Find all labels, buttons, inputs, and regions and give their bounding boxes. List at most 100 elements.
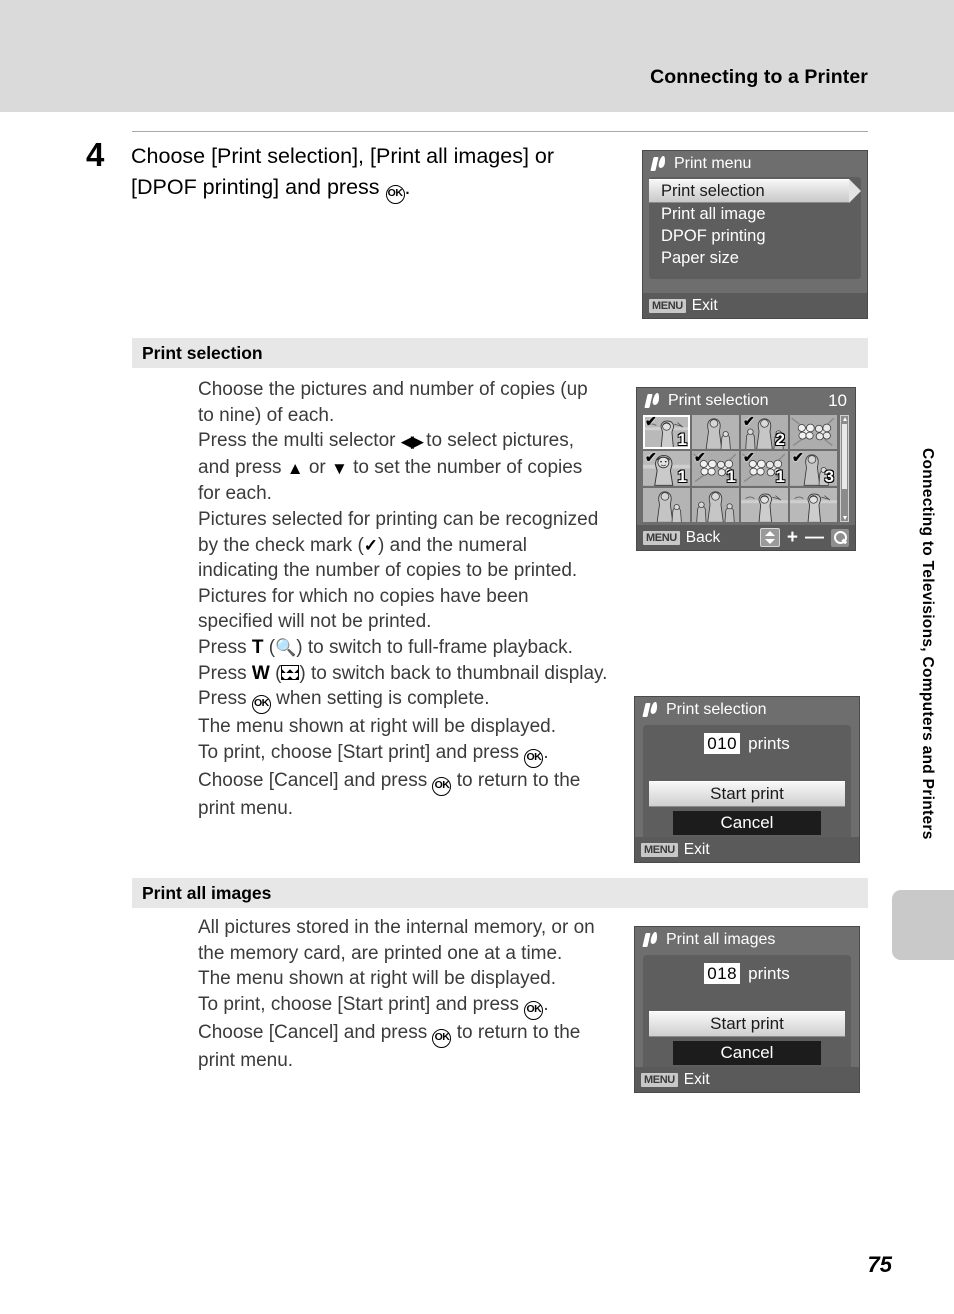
footer-action-label: Exit	[683, 1070, 710, 1088]
ps-line-8: indicating the number of copies to be pr…	[198, 560, 578, 582]
section-header-print-selection: Print selection	[132, 338, 868, 368]
ps-line-15-c: .	[543, 741, 549, 763]
screen-footer: MENU Back + —	[637, 525, 855, 550]
down-arrow-icon: ▼	[331, 458, 348, 478]
screen-footer: MENU Exit	[635, 837, 859, 862]
menu-button-icon: MENU	[649, 298, 686, 313]
menu-button-icon: MENU	[641, 1072, 678, 1087]
thumbnail-cell[interactable]	[790, 487, 837, 522]
ps-line-13-c: when setting is complete.	[270, 688, 490, 710]
thumbnail-cell[interactable]: ✔ 1	[741, 451, 788, 486]
start-print-button[interactable]: Start print	[649, 1011, 845, 1037]
pa-line-6: print menu.	[198, 1049, 294, 1071]
menu-item-paper-size[interactable]: Paper size	[649, 247, 861, 269]
thumbnail-cell[interactable]: ✔ 1	[692, 451, 739, 486]
camera-screen-print-selection-confirm: Print selection 010 prints Start print C…	[634, 696, 860, 863]
thumbnail-cell[interactable]	[790, 415, 837, 450]
pa-line-2: the memory card, are printed one at a ti…	[198, 942, 563, 964]
ps-line-12-d: ) to switch back to thumbnail display.	[299, 662, 608, 684]
ps-line-1: Choose the pictures and number of copies…	[198, 379, 588, 400]
ps-line-11-c: (	[263, 636, 276, 658]
check-mark-icon: ✔	[645, 415, 657, 429]
ps-line-4: and press ▲ or ▼ to set the number of co…	[198, 455, 626, 482]
chapter-tab-marker	[892, 890, 954, 960]
confirm-panel: 010 prints Start print Cancel	[643, 725, 851, 843]
thumbnail-cell[interactable]: ✔ 1	[643, 451, 690, 486]
camera-screen-print-selection-grid: Print selection 10 ✔ 1 ✔ 2 ✔ 1 ✔ 1 ✔ 1 ✔ 3 MENU Bac…	[636, 387, 856, 551]
ps-line-13-a: Press	[198, 688, 252, 710]
selected-count: 10	[828, 391, 847, 410]
thumbnail-cell[interactable]: ✔ 2	[741, 415, 788, 450]
printer-icon	[651, 156, 666, 172]
check-mark-icon: ✔	[694, 451, 706, 466]
body-text-print-all-images: All pictures stored in the internal memo…	[198, 915, 626, 1073]
thumbnail-cell[interactable]	[692, 415, 739, 450]
menu-item-print-selection[interactable]: Print selection	[649, 179, 861, 203]
ok-button-icon: OK	[385, 185, 405, 204]
thumbnail-cell[interactable]: ✔ 1	[643, 415, 690, 450]
screen-title-text: Print selection	[668, 392, 769, 409]
start-print-button[interactable]: Start print	[649, 781, 845, 807]
magnifier-icon: 🔍	[275, 637, 297, 657]
ps-line-2: to nine) of each.	[198, 404, 335, 426]
thumbnail-grid[interactable]: ✔ 1 ✔ 2 ✔ 1 ✔ 1 ✔ 1 ✔ 3	[643, 415, 837, 522]
thumbnail-cell[interactable]	[643, 487, 690, 522]
copy-count: 2	[775, 430, 785, 450]
copy-count: 1	[677, 466, 687, 486]
step-line-2-text: [DPOF printing] and press	[131, 175, 386, 199]
thumbnail-cell[interactable]	[741, 487, 788, 522]
printer-icon	[645, 393, 660, 409]
header-rule	[132, 131, 868, 132]
menu-item-print-all-image[interactable]: Print all image	[649, 203, 861, 225]
thumbnail-grid-wrapper: ✔ 1 ✔ 2 ✔ 1 ✔ 1 ✔ 1 ✔ 3	[643, 415, 849, 522]
print-menu-list: Print selection Print all image DPOF pri…	[649, 177, 861, 279]
printer-icon	[643, 702, 658, 718]
ps-line-15: To print, choose [Start print] and press…	[198, 740, 626, 768]
page-number: 75	[867, 1252, 892, 1277]
ps-line-15-a: To print, choose [Start print] and press	[198, 741, 525, 763]
screen-title-bar: Print all images	[635, 927, 859, 953]
ps-line-7-b: ) and the numeral	[378, 534, 527, 556]
pa-line-5-c: to return to the	[451, 1021, 581, 1043]
check-mark-icon: ✔	[743, 451, 755, 466]
screen-title-text: Print all images	[666, 931, 776, 948]
plus-icon: +	[786, 526, 798, 548]
prints-label: prints	[748, 733, 790, 753]
cancel-button[interactable]: Cancel	[673, 1041, 821, 1065]
ps-line-4-a: and press	[198, 456, 287, 478]
ok-button-icon: OK	[524, 1000, 544, 1020]
pa-line-5-a: Choose [Cancel] and press	[198, 1021, 433, 1043]
ps-line-10: specified will not be printed.	[198, 611, 432, 633]
check-mark-icon: ✔	[645, 451, 657, 466]
menu-button-icon: MENU	[643, 530, 680, 545]
footer-action-label: Back	[685, 528, 721, 546]
ps-line-3: Press the multi selector ◀▶ to select pi…	[198, 428, 626, 455]
copy-count: 3	[824, 466, 834, 486]
prints-count-value: 018	[704, 963, 741, 984]
screen-title-bar: Print selection 10	[637, 388, 855, 414]
menu-item-dpof-printing[interactable]: DPOF printing	[649, 225, 861, 247]
step-number: 4	[86, 136, 105, 173]
ps-line-9: Pictures for which no copies have been	[198, 585, 529, 607]
thumbnail-grid-icon	[281, 664, 300, 680]
cancel-button[interactable]: Cancel	[673, 811, 821, 835]
check-mark-icon: ✔	[743, 415, 755, 429]
screen-title-text: Print selection	[666, 701, 767, 718]
camera-screen-print-menu: Print menu Print selection Print all ima…	[642, 150, 868, 319]
ps-line-16-a: Choose [Cancel] and press	[198, 769, 433, 791]
check-mark-icon: ✓	[363, 535, 379, 555]
thumbnail-cell[interactable]	[692, 487, 739, 522]
step-line-2: [DPOF printing] and press OK.	[131, 172, 646, 204]
screen-footer: MENU Exit	[635, 1067, 859, 1092]
ok-button-icon: OK	[251, 695, 271, 715]
ok-button-icon: OK	[524, 748, 544, 768]
thumbnail-cell[interactable]: ✔ 3	[790, 451, 837, 486]
grid-scrollbar[interactable]	[840, 415, 849, 522]
section-heading-text: Print selection	[142, 342, 263, 363]
ps-line-12-c: (	[269, 662, 282, 684]
step-line-1-text: Choose [Print selection], [Print all ima…	[131, 144, 555, 168]
ps-line-12-a: Press	[198, 662, 252, 684]
grid-scrollbar-thumb[interactable]	[842, 424, 847, 490]
check-mark-icon: ✔	[792, 451, 804, 466]
screen-title-bar: Print selection	[635, 697, 859, 723]
